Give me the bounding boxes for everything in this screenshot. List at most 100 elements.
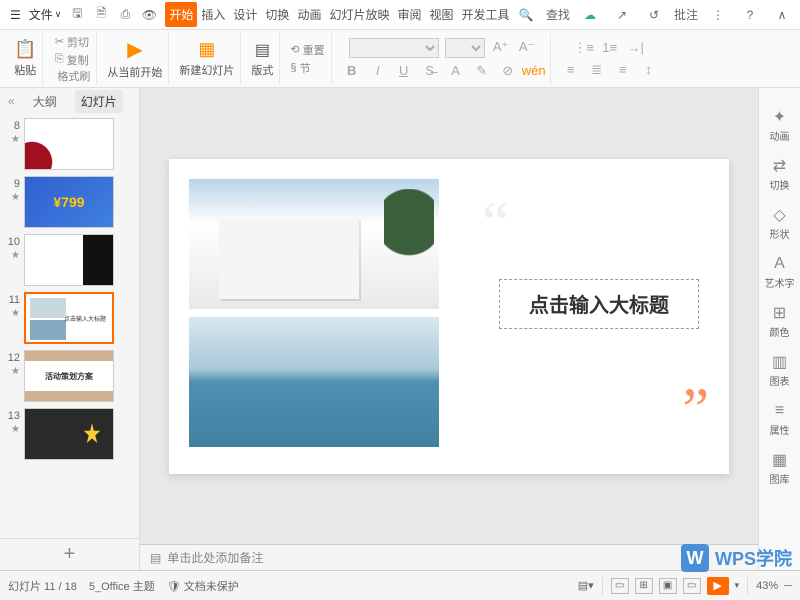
zoom-level[interactable]: 43% [756,580,778,592]
cloud-icon[interactable]: ☁ [578,3,602,27]
rp-gallery[interactable]: ▦图库 [770,451,790,486]
annotate-label[interactable]: 批注 [674,6,698,23]
file-menu[interactable]: 文件 ∨ [25,4,66,25]
tab-view[interactable]: 视图 [425,2,457,27]
search-label[interactable]: 查找 [546,6,570,23]
ribbon-tabs: 开始 插入 设计 切换 动画 幻灯片放映 审阅 视图 开发工具 [165,2,513,27]
thumbnail-13[interactable] [24,408,114,460]
indent-button[interactable]: →| [626,39,646,57]
protection-status[interactable]: 🛡 文档未保护 [167,578,239,594]
zoom-out-button[interactable]: ─ [784,580,792,592]
section-button[interactable]: § 节 [290,60,324,76]
rp-transition[interactable]: ⇄切换 [770,157,790,192]
rp-shape[interactable]: ◇形状 [770,206,790,241]
play-button[interactable]: ▶ [707,577,729,595]
phonetic-button[interactable]: wén [524,62,544,80]
copy-button[interactable]: ⎘ 复制 [55,52,89,68]
font-select[interactable] [349,38,439,58]
layout-button[interactable]: ▤版式 [251,40,273,78]
rp-wordart[interactable]: A艺术字 [765,255,795,290]
align-right-button[interactable]: ≡ [613,61,633,79]
slide-canvas[interactable]: “ 点击输入大标题 ” [169,159,729,474]
tab-transition[interactable]: 切换 [261,2,293,27]
share-icon[interactable]: ↗ [610,3,634,27]
tab-insert[interactable]: 插入 [197,2,229,27]
thumbnail-10[interactable] [24,234,114,286]
panel-collapse-icon[interactable]: « [8,94,15,108]
outline-tab[interactable]: 大纲 [27,90,63,113]
add-slide-button[interactable]: + [0,538,139,570]
tab-design[interactable]: 设计 [229,2,261,27]
line-spacing-button[interactable]: ↕ [639,61,659,79]
slides-tab[interactable]: 幻灯片 [75,90,123,113]
thumb-number: 9 [4,176,20,190]
align-center-button[interactable]: ≣ [587,61,607,79]
numbering-button[interactable]: 1≡ [600,39,620,57]
strike-button[interactable]: S̶ [420,62,440,80]
notes-pane[interactable]: ▤ 单击此处添加备注 [140,544,758,570]
font-size-select[interactable] [445,38,485,58]
rp-properties[interactable]: ≡属性 [770,402,790,437]
transition-icon: ⇄ [770,157,790,175]
reading-view-button[interactable]: ▣ [659,578,677,594]
color-icon: ⊞ [770,304,790,322]
format-painter-button[interactable]: 格式刷 [57,68,90,84]
quote-open-icon: “ [482,189,509,258]
cut-button[interactable]: ✂ 剪切 [55,34,89,50]
help-icon[interactable]: ? [738,3,762,27]
normal-view-button[interactable]: ▭ [611,578,629,594]
play-from-current-button[interactable]: ▶从当前开始 [107,37,162,80]
slide-image-1[interactable] [189,179,439,309]
chart-icon: ▥ [770,353,790,371]
right-panel: ✦动画 ⇄切换 ◇形状 A艺术字 ⊞颜色 ▥图表 ≡属性 ▦图库 [758,88,800,570]
save-icon[interactable]: 🖫 [65,3,89,27]
italic-button[interactable]: I [368,62,388,80]
tab-animation[interactable]: 动画 [293,2,325,27]
rp-color[interactable]: ⊞颜色 [770,304,790,339]
animation-star-icon: ★ [11,134,20,145]
search-icon[interactable]: 🔍 [514,3,538,27]
highlight-button[interactable]: ✎ [472,62,492,80]
clear-format-button[interactable]: ⊘ [498,62,518,80]
notes-toggle-icon[interactable]: ▤▾ [578,579,594,592]
animation-icon: ✦ [770,108,790,126]
title-placeholder[interactable]: 点击输入大标题 [499,279,699,329]
notes-placeholder: 单击此处添加备注 [167,549,263,566]
underline-button[interactable]: U [394,62,414,80]
tab-review[interactable]: 审阅 [393,2,425,27]
decrease-font-icon[interactable]: A⁻ [517,38,537,56]
font-color-button[interactable]: A [446,62,466,80]
thumbnail-8[interactable] [24,118,114,170]
save-as-icon[interactable]: 🗎 [89,3,113,27]
tab-devtools[interactable]: 开发工具 [458,2,514,27]
thumbnail-11[interactable]: 点击输入大标题 [24,292,114,344]
slide-image-2[interactable] [189,317,439,447]
bullets-button[interactable]: ⋮≡ [574,39,594,57]
tab-home[interactable]: 开始 [165,2,197,27]
hamburger-menu[interactable]: ☰ [6,6,25,24]
tab-slideshow[interactable]: 幻灯片放映 [325,2,393,27]
sorter-view-button[interactable]: ⊞ [635,578,653,594]
history-icon[interactable]: ↺ [642,3,666,27]
bold-button[interactable]: B [342,62,362,80]
print-icon[interactable]: ⎙ [113,3,137,27]
rp-animation[interactable]: ✦动画 [770,108,790,143]
new-slide-button[interactable]: ▦新建幻灯片 [179,39,234,78]
canvas-area: “ 点击输入大标题 ” ▤ 单击此处添加备注 [140,88,758,570]
more-icon[interactable]: ⋮ [706,3,730,27]
thumbnail-9[interactable]: ¥799 [24,176,114,228]
thumb-number: 12 [4,350,20,364]
preview-icon[interactable]: 👁 [137,3,161,27]
rp-chart[interactable]: ▥图表 [770,353,790,388]
slideshow-view-button[interactable]: ▭ [683,578,701,594]
thumb-number: 13 [4,408,20,422]
wordart-icon: A [770,255,790,273]
align-left-button[interactable]: ≡ [561,61,581,79]
increase-font-icon[interactable]: A⁺ [491,38,511,56]
animation-star-icon: ★ [11,192,20,203]
reset-button[interactable]: ⟲ 重置 [290,42,324,58]
collapse-ribbon-icon[interactable]: ∧ [770,3,794,27]
thumbnail-12[interactable]: 活动策划方案 [24,350,114,402]
paste-button[interactable]: 📋粘贴 [14,39,36,78]
animation-star-icon: ★ [11,308,20,319]
